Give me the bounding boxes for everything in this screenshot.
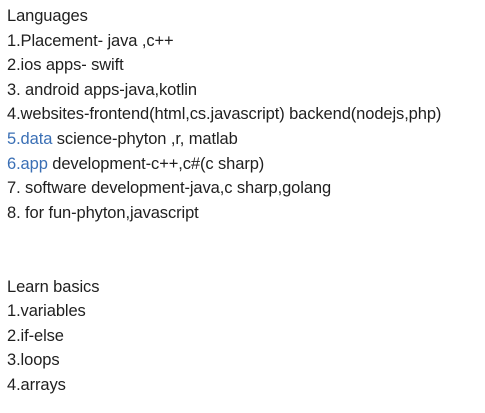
note-text-area[interactable]: Languages 1.Placement- java ,c++ 2.ios a…	[7, 4, 485, 398]
list-item-websites: 4.websites-frontend(html,cs.javascript) …	[7, 105, 442, 124]
list-item-data-science: 5.data science-phyton ,r, matlab	[7, 127, 485, 152]
list-item-data-science-text: science-phyton ,r, matlab	[52, 129, 238, 148]
list-item-ios-apps: 2.ios apps- swift	[7, 56, 124, 75]
list-item-arrays: 4.arrays	[7, 375, 66, 394]
list-item-placement: 1.Placement- java ,c++	[7, 31, 174, 50]
section-heading-learn-basics: Learn basics	[7, 277, 100, 296]
section-heading-languages: Languages	[7, 7, 88, 25]
app-link[interactable]: 6.app	[7, 155, 48, 173]
list-item-app-development-text: development-c++,c#(c sharp)	[47, 154, 265, 173]
list-item-if-else: 2.if-else	[7, 326, 64, 345]
list-item-for-fun: 8. for fun-phyton,javascript	[7, 203, 199, 222]
list-item-android-apps: 3. android apps-java,kotlin	[7, 80, 197, 99]
list-item-loops: 3.loops	[7, 351, 60, 370]
list-item-software-development: 7. software development-java,c sharp,gol…	[7, 179, 332, 198]
list-item-variables: 1.variables	[7, 302, 86, 321]
list-item-app-development: 6.app development-c++,c#(c sharp)	[7, 152, 485, 177]
data-link[interactable]: 5.data	[7, 130, 52, 148]
